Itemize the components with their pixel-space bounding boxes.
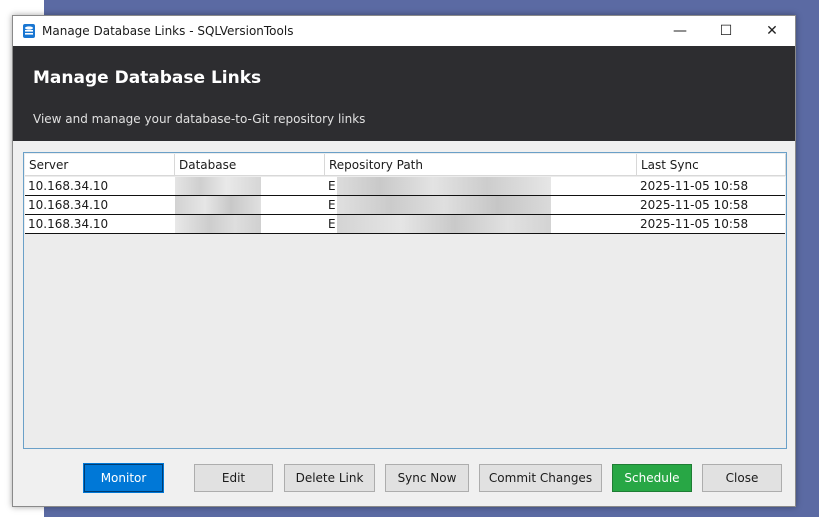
redacted-path <box>337 196 551 214</box>
cell-last-sync: 2025-11-05 10:58 <box>640 198 749 212</box>
window-title: Manage Database Links - SQLVersionTools <box>42 24 294 38</box>
redacted-path <box>337 215 551 233</box>
cell-server: 10.168.34.10 <box>28 179 109 193</box>
close-window-button[interactable]: ✕ <box>749 16 795 46</box>
links-table[interactable]: Server Database Repository Path Last Syn… <box>23 152 787 449</box>
table-row[interactable]: 10.168.34.10 E: 2025-11-05 10:58 <box>25 196 785 215</box>
cell-server: 10.168.34.10 <box>28 198 109 212</box>
redacted-database <box>175 215 261 233</box>
header-banner: Manage Database Links View and manage yo… <box>13 46 795 141</box>
delete-link-button[interactable]: Delete Link <box>284 464 375 492</box>
redacted-database <box>175 196 261 214</box>
schedule-button[interactable]: Schedule <box>612 464 692 492</box>
sync-now-button[interactable]: Sync Now <box>385 464 469 492</box>
page-title: Manage Database Links <box>33 68 262 88</box>
action-button-bar: Monitor Edit Delete Link Sync Now Commit… <box>13 463 795 494</box>
redacted-database <box>175 177 261 195</box>
commit-changes-button[interactable]: Commit Changes <box>479 464 602 492</box>
redacted-path <box>337 177 551 195</box>
maximize-button[interactable]: ☐ <box>703 16 749 46</box>
cell-last-sync: 2025-11-05 10:58 <box>640 179 749 193</box>
page-subtitle: View and manage your database-to-Git rep… <box>33 112 366 126</box>
close-button[interactable]: Close <box>702 464 782 492</box>
monitor-button[interactable]: Monitor <box>83 463 164 493</box>
column-header-repository-path[interactable]: Repository Path <box>325 154 637 176</box>
cell-server: 10.168.34.10 <box>28 217 109 231</box>
cell-last-sync: 2025-11-05 10:58 <box>640 217 749 231</box>
title-bar[interactable]: Manage Database Links - SQLVersionTools … <box>13 16 795 46</box>
column-header-server[interactable]: Server <box>25 154 175 176</box>
column-header-last-sync[interactable]: Last Sync <box>637 154 786 176</box>
table-row[interactable]: 10.168.34.10 E: 2025-11-05 10:58 <box>25 177 785 196</box>
table-row[interactable]: 10.168.34.10 E: 2025-11-05 10:58 <box>25 215 785 234</box>
minimize-button[interactable]: — <box>657 16 703 46</box>
column-header-database[interactable]: Database <box>175 154 325 176</box>
manage-links-window: Manage Database Links - SQLVersionTools … <box>12 15 796 507</box>
app-database-icon <box>23 24 35 38</box>
edit-button[interactable]: Edit <box>194 464 273 492</box>
